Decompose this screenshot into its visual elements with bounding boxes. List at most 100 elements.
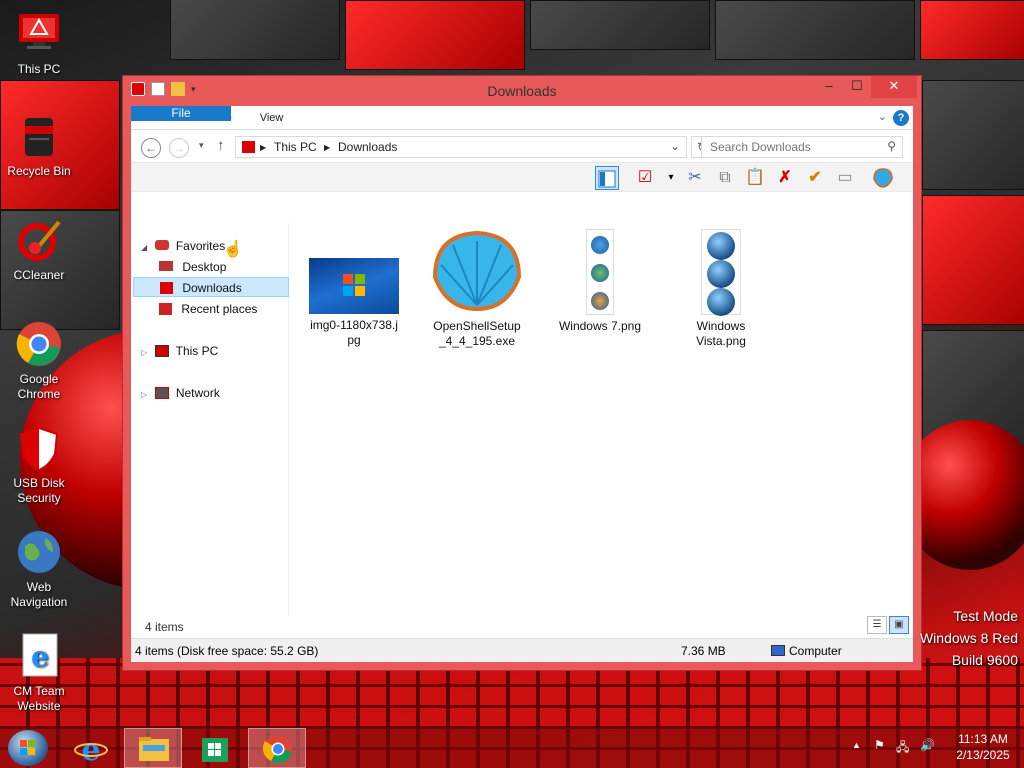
network-status-icon[interactable]: 🖧 xyxy=(896,738,909,759)
breadcrumb-this-pc[interactable]: This PC xyxy=(274,140,317,154)
desktop-icon-web-navigation[interactable]: Web Navigation xyxy=(1,528,77,610)
collapse-arrow-icon[interactable]: ▷ xyxy=(141,390,147,399)
collapse-arrow-icon[interactable]: ▷ xyxy=(141,348,147,357)
expand-ribbon-icon[interactable]: ⌄ xyxy=(878,110,887,123)
desktop-icon-label: CCleaner xyxy=(13,268,65,282)
details-bar: 4 items (Disk free space: 55.2 GB) 7.36 … xyxy=(131,638,913,662)
desktop-icon-cm-team-website[interactable]: e CM Team Website xyxy=(1,632,77,714)
file-list[interactable]: img0-1180x738.jpg OpenShellSetup_4_4_195… xyxy=(223,223,913,616)
minimize-button[interactable]: – xyxy=(815,76,843,98)
custom-toolbar: ☑ ▾ ✂ ⧉ 📋 ✗ ✔ ▭ xyxy=(131,162,913,192)
windows-logo-icon xyxy=(591,236,609,254)
store-icon xyxy=(202,738,228,762)
desktop-icon-label: This PC xyxy=(17,62,61,76)
volume-icon[interactable]: 🔊 xyxy=(920,738,935,752)
open-shell-icon[interactable] xyxy=(871,166,895,190)
internet-explorer-icon: e xyxy=(15,632,63,680)
downloads-icon xyxy=(160,282,173,294)
nav-downloads[interactable]: Downloads xyxy=(133,277,289,297)
desktop-icon-ccleaner[interactable]: CCleaner xyxy=(1,216,77,283)
globe-icon xyxy=(15,528,63,576)
recent-locations-icon[interactable]: ▾ xyxy=(199,140,204,151)
tab-file[interactable]: File xyxy=(131,106,231,121)
recent-places-icon xyxy=(159,303,172,315)
nav-recent-places[interactable]: Recent places xyxy=(159,299,283,319)
desktop-icon-this-pc[interactable]: This PC xyxy=(1,10,77,77)
navigation-pane-button[interactable] xyxy=(595,166,619,190)
help-icon[interactable]: ? xyxy=(893,110,909,126)
navigation-pane: ◢ Favorites Desktop Downloads Recent pla… xyxy=(131,223,289,616)
chrome-icon xyxy=(15,320,63,368)
file-item[interactable]: img0-1180x738.jpg xyxy=(304,231,404,348)
paste-icon[interactable]: 📋 xyxy=(743,166,767,190)
desktop-icon-label: CM Team Website xyxy=(13,684,65,713)
expand-arrow-icon[interactable]: ◢ xyxy=(141,243,147,252)
item-count: 4 items xyxy=(145,620,184,634)
selection-size: 7.36 MB xyxy=(681,644,726,658)
ccleaner-icon xyxy=(15,216,63,264)
file-item[interactable]: OpenShellSetup_4_4_195.exe xyxy=(427,229,527,349)
nav-label: Recent places xyxy=(181,302,258,316)
properties-check-icon[interactable]: ✔ xyxy=(803,166,827,190)
select-dropdown-icon[interactable]: ▾ xyxy=(659,166,683,190)
breadcrumb-separator[interactable]: ▶ xyxy=(324,143,330,152)
location-label: Computer xyxy=(789,644,842,658)
nav-this-pc[interactable]: ▷ This PC xyxy=(141,341,281,361)
title-bar[interactable]: ▾ Downloads – ☐ ✕ xyxy=(123,76,921,106)
svg-text:e: e xyxy=(31,640,49,673)
taskbar-file-explorer[interactable] xyxy=(124,728,182,768)
file-name: Windows Vista.png xyxy=(696,319,746,348)
start-button[interactable] xyxy=(8,730,48,766)
internet-explorer-icon: e xyxy=(74,733,108,768)
ribbon-tabs: File Home Share View ⌄ ? xyxy=(131,106,913,130)
maximize-button[interactable]: ☐ xyxy=(843,76,871,98)
show-hidden-icons-icon[interactable]: ▲ xyxy=(852,740,861,750)
address-dropdown-icon[interactable]: ⌄ xyxy=(670,139,680,153)
test-mode-watermark: Test Mode Windows 8 Red Build 9600 xyxy=(920,608,1018,668)
taskbar-store[interactable] xyxy=(186,728,244,768)
up-button[interactable]: ↑ xyxy=(217,137,225,154)
delete-icon[interactable]: ✗ xyxy=(773,166,797,190)
taskbar-google-chrome[interactable] xyxy=(248,728,306,768)
file-item[interactable]: Windows 7.png xyxy=(550,229,650,334)
cut-icon[interactable]: ✂ xyxy=(683,166,707,190)
large-icons-view-button[interactable]: ▣ xyxy=(889,616,909,634)
address-bar[interactable]: ▶ This PC ▶ Downloads ⌄ xyxy=(235,136,687,158)
taskbar-internet-explorer[interactable]: e xyxy=(62,728,120,768)
nav-network[interactable]: ▷ Network xyxy=(141,383,281,403)
breadcrumb-separator[interactable]: ▶ xyxy=(260,143,266,152)
mouse-cursor-icon: ☝ xyxy=(223,241,243,258)
open-shell-setup-icon xyxy=(429,229,525,315)
breadcrumb-downloads[interactable]: Downloads xyxy=(338,140,397,154)
action-center-flag-icon[interactable]: ⚑ xyxy=(874,738,885,752)
back-button[interactable]: ← xyxy=(141,138,161,158)
computer-icon xyxy=(154,345,169,357)
desktop-icon-label: Web Navigation xyxy=(10,580,68,609)
chrome-icon xyxy=(262,735,292,764)
search-input[interactable] xyxy=(702,137,872,157)
forward-button[interactable]: → xyxy=(169,138,189,158)
nav-label: Network xyxy=(175,386,220,400)
copy-icon[interactable]: ⧉ xyxy=(713,166,737,190)
desktop-icon-google-chrome[interactable]: Google Chrome xyxy=(1,320,77,402)
clock-time: 11:13 AM xyxy=(958,732,1008,746)
nav-label: Favorites xyxy=(175,239,226,253)
nav-favorites[interactable]: ◢ Favorites xyxy=(141,236,281,256)
close-button[interactable]: ✕ xyxy=(871,76,917,98)
clock[interactable]: 11:13 AM 2/13/2025 xyxy=(948,731,1018,763)
file-item[interactable]: Windows Vista.png xyxy=(671,229,771,349)
windows-logo-icon xyxy=(591,292,609,310)
desktop-icon-usb-disk-security[interactable]: USB Disk Security xyxy=(1,424,77,506)
file-name: OpenShellSetup_4_4_195.exe xyxy=(433,319,521,348)
desktop-icon-recycle-bin[interactable]: Recycle Bin xyxy=(1,112,77,179)
tab-view[interactable]: View xyxy=(246,106,298,129)
window-title: Downloads xyxy=(487,83,557,99)
watermark-line: Test Mode xyxy=(953,608,1018,624)
details-view-button[interactable]: ☰ xyxy=(867,616,887,634)
search-box[interactable]: ⚲ xyxy=(701,136,903,158)
select-all-icon[interactable]: ☑ xyxy=(633,166,657,190)
nav-desktop[interactable]: Desktop xyxy=(159,257,279,277)
rename-icon[interactable]: ▭ xyxy=(833,166,857,190)
search-icon[interactable]: ⚲ xyxy=(887,139,896,153)
windows-7-image-thumbnail xyxy=(586,229,614,315)
